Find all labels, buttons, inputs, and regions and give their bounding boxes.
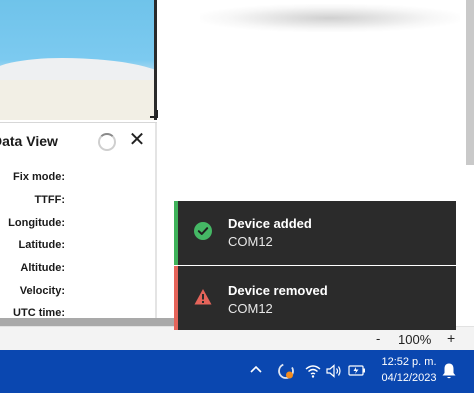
toast-device-added[interactable]: Device added COM12 bbox=[174, 201, 456, 265]
clock-date[interactable]: 04/12/2023 bbox=[378, 372, 440, 384]
toast-subtitle: COM12 bbox=[228, 301, 273, 316]
toast-device-removed[interactable]: Device removed COM12 bbox=[174, 266, 456, 330]
panel-divider bbox=[155, 123, 157, 323]
screen: Data View ✕ Fix mode: TTFF: Longitude: L… bbox=[0, 0, 474, 393]
data-view-title: Data View bbox=[0, 133, 58, 149]
data-view-panel: Data View ✕ Fix mode: TTFF: Longitude: L… bbox=[0, 122, 157, 323]
vertical-scrollbar-thumb[interactable] bbox=[466, 0, 474, 165]
field-label-altitude: Altitude: bbox=[20, 262, 65, 274]
close-icon[interactable]: ✕ bbox=[127, 130, 147, 150]
toast-title: Device removed bbox=[228, 283, 328, 298]
field-label-longitude: Longitude: bbox=[8, 217, 65, 229]
clock-time[interactable]: 12:52 p. m. bbox=[378, 356, 440, 368]
data-view-header: Data View ✕ bbox=[0, 123, 157, 159]
field-label-ttff: TTFF: bbox=[34, 194, 65, 206]
check-circle-icon bbox=[194, 222, 212, 240]
toast-accent bbox=[174, 266, 178, 330]
wifi-icon[interactable] bbox=[305, 364, 321, 378]
toast-subtitle: COM12 bbox=[228, 234, 273, 249]
horizontal-scrollbar[interactable] bbox=[0, 318, 178, 326]
resize-grip-icon[interactable] bbox=[150, 110, 158, 118]
warning-triangle-icon bbox=[194, 289, 212, 305]
zoom-in-button[interactable]: + bbox=[447, 330, 455, 346]
field-label-latitude: Latitude: bbox=[18, 239, 65, 251]
loading-spinner-icon bbox=[98, 133, 116, 151]
toast-title: Device added bbox=[228, 216, 312, 231]
battery-icon[interactable] bbox=[348, 363, 366, 377]
toast-accent bbox=[174, 201, 178, 265]
zoom-level: 100% bbox=[398, 332, 432, 347]
window-shadow bbox=[200, 4, 460, 32]
chevron-up-icon[interactable] bbox=[248, 362, 264, 378]
app-tray-icon[interactable] bbox=[276, 361, 296, 381]
field-label-fix-mode: Fix mode: bbox=[13, 171, 65, 183]
map-ground bbox=[0, 80, 157, 120]
map-view[interactable] bbox=[0, 0, 157, 120]
notification-bell-icon[interactable] bbox=[441, 362, 457, 380]
map-divider bbox=[154, 0, 157, 120]
volume-icon[interactable] bbox=[326, 364, 342, 378]
zoom-out-button[interactable]: - bbox=[376, 331, 380, 346]
taskbar: 12:52 p. m. 04/12/2023 bbox=[0, 350, 474, 393]
field-label-velocity: Velocity: bbox=[19, 285, 65, 297]
